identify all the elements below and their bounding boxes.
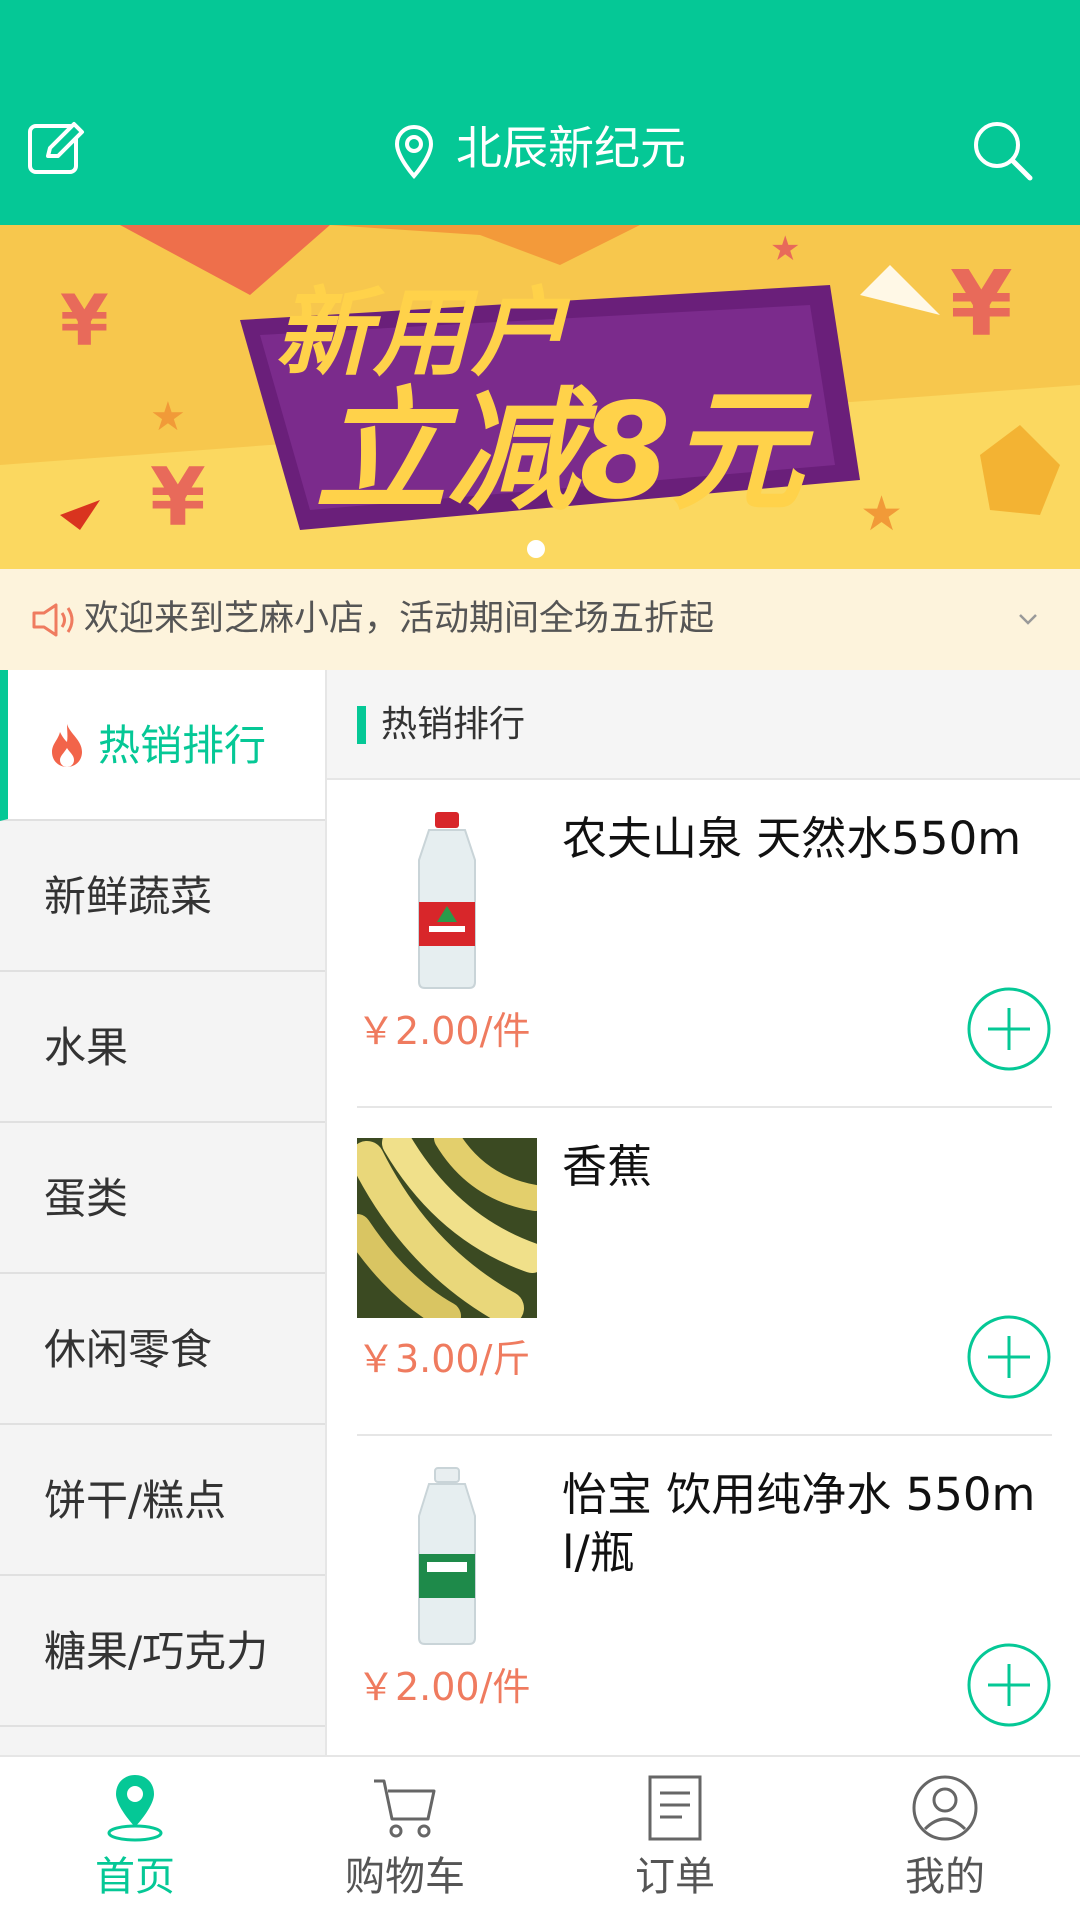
- category-label: 新鲜蔬菜: [44, 872, 213, 921]
- category-label: 水果: [44, 1023, 129, 1072]
- product-price: ￥2.00/件: [357, 1665, 531, 1709]
- product-card[interactable]: 农夫山泉 天然水550m ￥2.00/件: [357, 780, 1052, 1108]
- category-label: 饼干/糕点: [44, 1476, 227, 1525]
- announcement-text: 欢迎来到芝麻小店，活动期间全场五折起: [84, 599, 715, 639]
- category-label: 蛋类: [44, 1174, 129, 1223]
- tab-label: 订单: [635, 1854, 715, 1900]
- category-eggs[interactable]: 蛋类: [0, 1123, 325, 1274]
- tab-orders[interactable]: 订单: [540, 1757, 810, 1922]
- speaker-icon: [32, 603, 74, 637]
- product-card[interactable]: 香蕉 ￥3.00/斤: [357, 1108, 1052, 1436]
- add-to-cart-button[interactable]: [966, 1642, 1052, 1728]
- tab-profile[interactable]: 我的: [810, 1757, 1080, 1922]
- section-title: 热销排行: [381, 704, 526, 745]
- section-accent-bar: [357, 706, 366, 744]
- announcement-bar[interactable]: 欢迎来到芝麻小店，活动期间全场五折起: [0, 569, 1080, 670]
- product-price: ￥3.00/斤: [357, 1337, 531, 1381]
- product-name: 农夫山泉 天然水550m: [562, 812, 1022, 865]
- water-bottle-image: [418, 812, 476, 989]
- svg-text:¥: ¥: [60, 280, 109, 362]
- category-hot-ranking[interactable]: 热销排行: [0, 670, 325, 821]
- top-bar: 北辰新纪元: [0, 0, 1080, 225]
- tab-cart[interactable]: 购物车: [270, 1757, 540, 1922]
- location-name: 北辰新纪元: [456, 121, 686, 175]
- product-list: 热销排行 农夫山泉 天然水550m ￥2.00/件 香蕉 ￥3.00/斤 怡宝 …: [325, 670, 1080, 1755]
- svg-text:★: ★: [150, 394, 186, 440]
- category-label: 休闲零食: [44, 1325, 213, 1374]
- carousel-indicator: [527, 540, 545, 558]
- add-to-cart-button[interactable]: [966, 986, 1052, 1072]
- svg-text:★: ★: [860, 486, 903, 542]
- promo-banner[interactable]: ¥ ¥ ¥ ★ ★ ★ 新用户 立减8元: [0, 225, 1080, 569]
- category-biscuits[interactable]: 饼干/糕点: [0, 1425, 325, 1576]
- bottom-tab-bar: 首页 购物车 订单 我的: [0, 1755, 1080, 1920]
- location-pin-icon: [107, 1775, 163, 1842]
- category-snacks[interactable]: 休闲零食: [0, 1274, 325, 1425]
- chevron-down-icon[interactable]: [1016, 607, 1040, 631]
- category-label: 热销排行: [98, 721, 267, 770]
- water-bottle-image: [418, 1467, 476, 1645]
- svg-text:¥: ¥: [950, 252, 1013, 357]
- fire-icon: [52, 724, 82, 767]
- add-to-cart-button[interactable]: [966, 1314, 1052, 1400]
- category-candy[interactable]: 糖果/巧克力: [0, 1576, 325, 1727]
- svg-text:¥: ¥: [150, 451, 206, 544]
- search-icon[interactable]: [970, 118, 1034, 182]
- product-name: 香蕉: [562, 1140, 653, 1193]
- tab-home[interactable]: 首页: [0, 1757, 270, 1922]
- svg-text:★: ★: [770, 229, 800, 269]
- product-price: ￥2.00/件: [357, 1009, 531, 1053]
- category-fruit[interactable]: 水果: [0, 972, 325, 1123]
- shopping-cart-icon: [374, 1779, 436, 1838]
- category-vegetables[interactable]: 新鲜蔬菜: [0, 821, 325, 972]
- category-label: 糖果/巧克力: [44, 1627, 269, 1676]
- user-icon: [912, 1775, 978, 1841]
- product-card[interactable]: 怡宝 饮用纯净水 550ml/瓶 ￥2.00/件: [357, 1436, 1052, 1764]
- banana-image: [357, 1138, 537, 1318]
- product-name: 怡宝 饮用纯净水 550ml/瓶: [562, 1468, 1036, 1579]
- tab-label: 购物车: [345, 1854, 465, 1900]
- banner-subheadline: 立减8元: [315, 375, 803, 529]
- tab-label: 我的: [905, 1854, 985, 1900]
- section-header: 热销排行: [327, 670, 1080, 780]
- document-icon: [648, 1775, 702, 1841]
- tab-label: 首页: [95, 1854, 175, 1900]
- location-selector[interactable]: 北辰新纪元: [0, 118, 1080, 180]
- category-sidebar: 热销排行 新鲜蔬菜 水果 蛋类 休闲零食 饼干/糕点 糖果/巧克力: [0, 670, 325, 1755]
- location-pin-icon: [394, 124, 434, 179]
